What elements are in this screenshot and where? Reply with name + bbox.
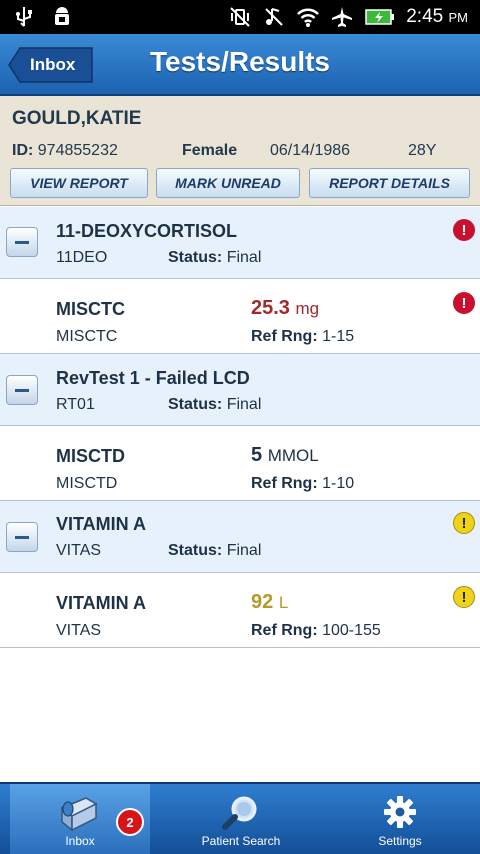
inbox-tray-icon: [56, 794, 102, 837]
result-group-row[interactable]: VITAMIN A VITAS Status: Final !: [0, 501, 480, 573]
result-group-row[interactable]: 11-DEOXYCORTISOL 11DEO Status: Final !: [0, 207, 480, 279]
group-name: VITAMIN A: [56, 514, 146, 534]
group-name: RevTest 1 - Failed LCD: [56, 368, 250, 388]
patient-id: 974855232: [37, 142, 118, 159]
status-bar: 2:45 PM: [0, 0, 480, 34]
reference-range: Ref Rng: 1-15: [251, 328, 355, 345]
result-item-row[interactable]: VITAMIN A VITAS 92 L Ref Rng: 100-155 !: [0, 573, 480, 648]
result-item-row[interactable]: MISCTD MISCTD 5 MMOL Ref Rng: 1-10: [0, 426, 480, 501]
collapse-minus-icon[interactable]: [6, 375, 38, 405]
reference-range: Ref Rng: 1-10: [251, 475, 355, 492]
group-status: Status: Final: [168, 542, 262, 559]
patient-details: ID: 974855232 Female 06/14/1986 28Y: [12, 142, 472, 160]
report-details-button[interactable]: REPORT DETAILS: [309, 168, 470, 198]
tab-inbox[interactable]: 2 Inbox: [10, 784, 150, 854]
battery-charging-icon: [364, 5, 396, 29]
android-debug-icon: [50, 5, 74, 29]
item-code: MISCTD: [56, 475, 118, 492]
collapse-minus-icon[interactable]: [6, 522, 38, 552]
page-title: Tests/Results: [150, 46, 330, 77]
patient-name: GOULD,KATIE: [12, 108, 142, 129]
view-report-button[interactable]: VIEW REPORT: [10, 168, 148, 198]
warning-alert-icon: !: [453, 586, 475, 608]
patient-sex: Female: [182, 142, 238, 159]
clock: 2:45 PM: [406, 6, 468, 27]
warning-alert-icon: !: [453, 512, 475, 534]
inbox-unread-badge: 2: [116, 808, 144, 836]
mute-icon: [262, 5, 286, 29]
wifi-icon: [296, 5, 320, 29]
usb-icon: [12, 5, 36, 29]
group-status: Status: Final: [168, 396, 262, 413]
group-status: Status: Final: [168, 249, 262, 266]
airplane-icon: [330, 5, 354, 29]
item-code: MISCTC: [56, 328, 118, 345]
group-code: 11DEO: [56, 249, 108, 266]
item-name: MISCTD: [56, 446, 125, 466]
patient-dob: 06/14/1986: [270, 142, 351, 159]
patient-id-label: ID:: [12, 142, 34, 159]
result-value: 5 MMOL: [251, 444, 319, 466]
group-code: RT01: [56, 396, 95, 413]
mark-unread-button[interactable]: MARK UNREAD: [156, 168, 300, 198]
tab-patient-search[interactable]: Patient Search: [170, 784, 312, 854]
patient-header: GOULD,KATIE ID: 974855232 Female 06/14/1…: [0, 96, 480, 206]
critical-alert-icon: !: [453, 219, 475, 241]
result-value: 92 L: [251, 591, 289, 613]
item-name: VITAMIN A: [56, 593, 146, 613]
result-item-row[interactable]: MISCTC MISCTC 25.3 mg Ref Rng: 1-15 !: [0, 279, 480, 354]
group-code: VITAS: [56, 542, 102, 559]
vibrate-off-icon: [228, 5, 252, 29]
item-name: MISCTC: [56, 299, 125, 319]
patient-age: 28Y: [408, 142, 437, 159]
tab-settings-label: Settings: [378, 834, 422, 848]
title-bar: Inbox Tests/Results: [0, 34, 480, 96]
group-name: 11-DEOXYCORTISOL: [56, 221, 238, 241]
collapse-minus-icon[interactable]: [6, 227, 38, 257]
tab-settings[interactable]: Settings: [330, 784, 470, 854]
item-code: VITAS: [56, 622, 102, 639]
gear-icon: [382, 794, 418, 833]
reference-range: Ref Rng: 100-155: [251, 622, 381, 639]
result-group-row[interactable]: RevTest 1 - Failed LCD RT01 Status: Fina…: [0, 354, 480, 426]
bottom-tab-bar: 2 Inbox Patient Search Settings: [0, 782, 480, 854]
result-value: 25.3 mg: [251, 297, 320, 319]
critical-alert-icon: !: [453, 292, 475, 314]
magnifier-icon: [220, 794, 260, 837]
